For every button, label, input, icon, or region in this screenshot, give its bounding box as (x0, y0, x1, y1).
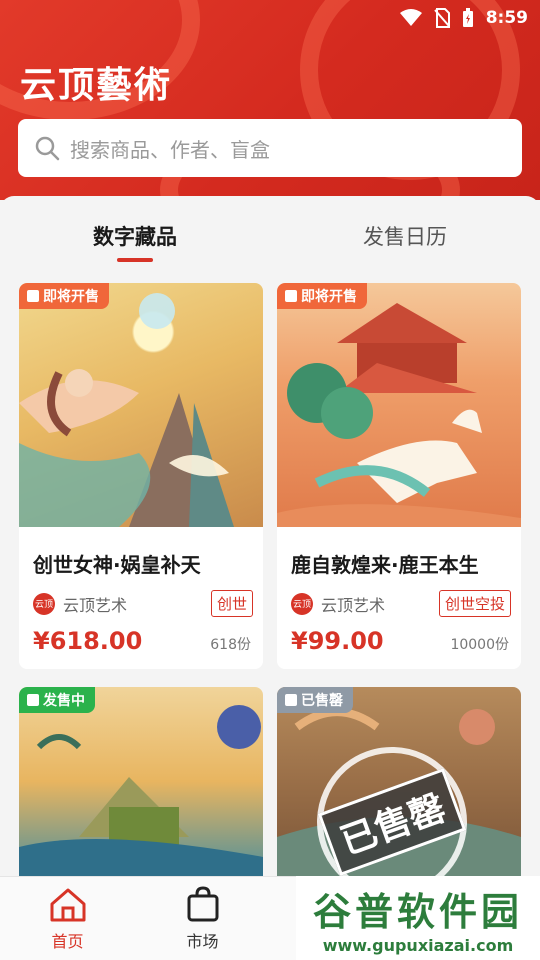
tab-release-calendar[interactable]: 发售日历 (270, 196, 540, 276)
calendar-icon (27, 290, 39, 302)
artwork-image: 已售罄 已售罄 (277, 687, 521, 876)
deer-illustration (277, 303, 521, 527)
shopping-bag-icon (187, 885, 218, 921)
battery-icon (462, 8, 473, 27)
search-placeholder: 搜索商品、作者、盲盒 (70, 137, 270, 162)
nav-market[interactable]: 市场 (135, 877, 270, 960)
status-badge: 即将开售 (19, 283, 109, 309)
nav-home-label: 首页 (51, 931, 84, 951)
status-badge: 已售罄 (277, 687, 353, 713)
app-logo: 云顶藝術 (20, 64, 173, 106)
product-card[interactable]: 已售罄 已售罄 (277, 687, 521, 876)
wifi-icon (399, 9, 422, 26)
watermark-text: 谷普软件园 (312, 890, 523, 934)
tab-digital-collectibles[interactable]: 数字藏品 (0, 196, 270, 276)
landscape-illustration (19, 705, 263, 876)
artwork-image: 即将开售 (277, 283, 521, 527)
badge-label: 已售罄 (301, 693, 343, 709)
watermark-url: www.gupuxiazai.com (322, 936, 514, 955)
status-time: 8:59 (485, 8, 528, 28)
header-banner: 8:59 云顶藝術 搜索商品、作者、盲盒 (0, 0, 540, 200)
badge-label: 即将开售 (43, 289, 99, 305)
status-badge: 发售中 (19, 687, 95, 713)
card-title: 鹿自敦煌来·鹿王本生 (291, 553, 479, 577)
badge-label: 即将开售 (301, 289, 357, 305)
watermark: 谷普软件园 www.gupuxiazai.com (296, 876, 540, 960)
quantity: 10000份 (450, 637, 509, 653)
no-sim-icon (433, 8, 450, 28)
status-bar: 8:59 (0, 0, 540, 36)
price: ¥99.00 (291, 627, 384, 655)
artwork-image: 发售中 (19, 687, 263, 876)
quantity: 618份 (210, 637, 251, 653)
home-icon (50, 888, 85, 921)
product-card[interactable]: 即将开售 鹿自敦煌来·鹿王本生 云顶 云顶艺术 创世空投 ¥99.00 1000… (277, 283, 521, 669)
price: ¥618.00 (33, 627, 143, 655)
stamp-label: 已售罄 (317, 768, 467, 876)
nav-market-label: 市场 (186, 931, 219, 951)
badge-label: 发售中 (43, 693, 85, 709)
author-avatar: 云顶 (33, 592, 55, 615)
author-name: 云顶艺术 (321, 595, 386, 615)
author-avatar: 云顶 (291, 592, 313, 615)
category-tag: 创世 (210, 590, 253, 617)
product-card[interactable]: 即将开售 创世女神·娲皇补天 云顶 云顶艺术 创世 ¥618.00 618份 (19, 283, 263, 669)
card-title: 创世女神·娲皇补天 (33, 553, 201, 577)
main-content: 数字藏品 发售日历 即将开售 创世女神·娲皇补天 云顶 云顶艺术 创世 ¥618… (0, 196, 540, 876)
author-name: 云顶艺术 (63, 595, 128, 615)
calendar-icon (285, 290, 297, 302)
search-input[interactable]: 搜索商品、作者、盲盒 (18, 119, 522, 177)
tab-bar: 数字藏品 发售日历 (0, 196, 540, 276)
goddess-illustration (19, 293, 234, 527)
product-card[interactable]: 发售中 (19, 687, 263, 876)
search-icon (35, 136, 60, 161)
tag-icon (27, 694, 39, 706)
status-badge: 即将开售 (277, 283, 367, 309)
nav-home[interactable]: 首页 (0, 877, 135, 960)
artwork-image: 即将开售 (19, 283, 263, 527)
category-tag: 创世空投 (438, 590, 511, 617)
calendar-icon (285, 694, 297, 706)
